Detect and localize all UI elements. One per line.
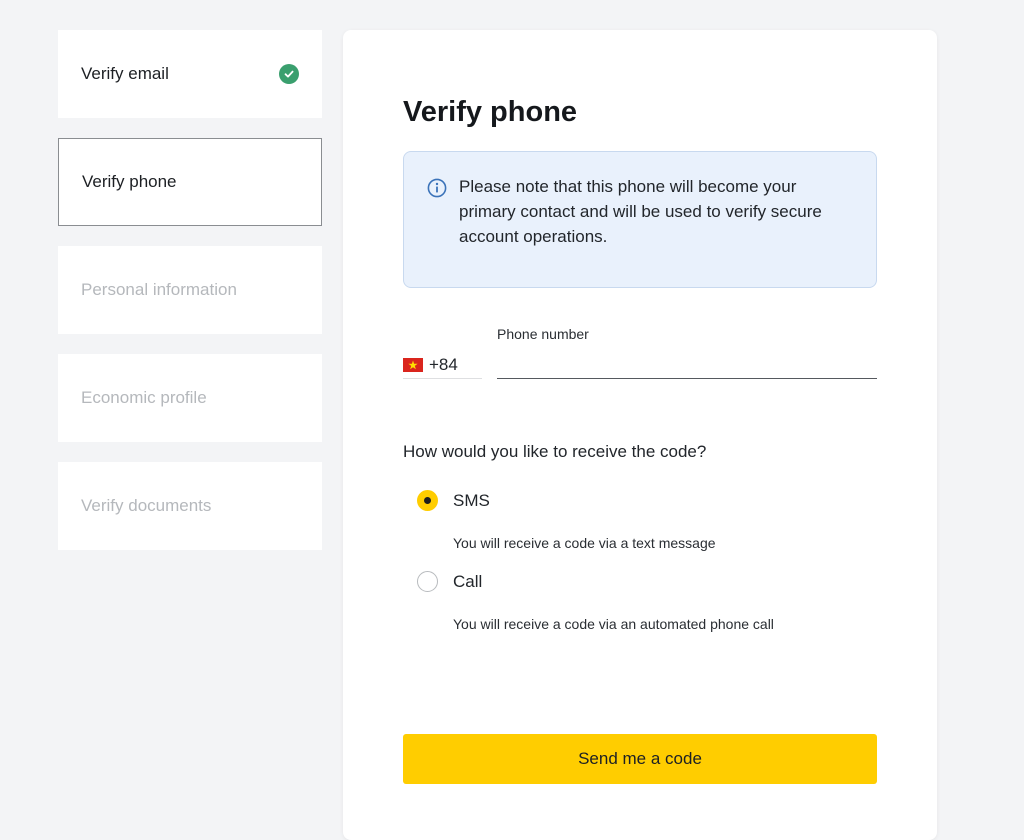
country-code-selector[interactable]: +84 xyxy=(403,352,482,379)
step-economic-profile[interactable]: Economic profile xyxy=(58,354,322,442)
sms-radio[interactable] xyxy=(417,490,438,511)
step-personal-information[interactable]: Personal information xyxy=(58,246,322,334)
page-title: Verify phone xyxy=(403,96,578,128)
check-circle-icon xyxy=(279,64,299,84)
receive-method-question: How would you like to receive the code? xyxy=(403,442,707,461)
country-code: +84 xyxy=(429,355,458,374)
step-label: Verify email xyxy=(81,64,169,83)
phone-number-label: Phone number xyxy=(497,326,589,342)
call-label: Call xyxy=(453,572,483,591)
step-label: Verify phone xyxy=(82,172,177,191)
step-verify-documents[interactable]: Verify documents xyxy=(58,462,322,550)
send-code-button[interactable]: Send me a code xyxy=(403,734,877,784)
notice-text: Please note that this phone will become … xyxy=(459,177,822,246)
step-label: Economic profile xyxy=(81,388,207,407)
phone-number-input[interactable] xyxy=(497,351,877,379)
step-verify-email[interactable]: Verify email xyxy=(58,30,322,118)
verification-steps: Verify email Verify phone Personal infor… xyxy=(58,30,322,570)
verify-phone-card: Verify phone Please note that this phone… xyxy=(343,30,937,840)
step-label: Verify documents xyxy=(81,496,212,515)
call-radio[interactable] xyxy=(417,571,438,592)
info-icon xyxy=(427,178,447,198)
sms-label: SMS xyxy=(453,491,490,510)
sms-description: You will receive a code via a text messa… xyxy=(453,535,716,551)
info-notice: Please note that this phone will become … xyxy=(403,151,877,288)
call-description: You will receive a code via an automated… xyxy=(453,616,774,632)
step-verify-phone[interactable]: Verify phone xyxy=(58,138,322,226)
step-label: Personal information xyxy=(81,280,237,299)
vietnam-flag-icon xyxy=(403,358,423,372)
